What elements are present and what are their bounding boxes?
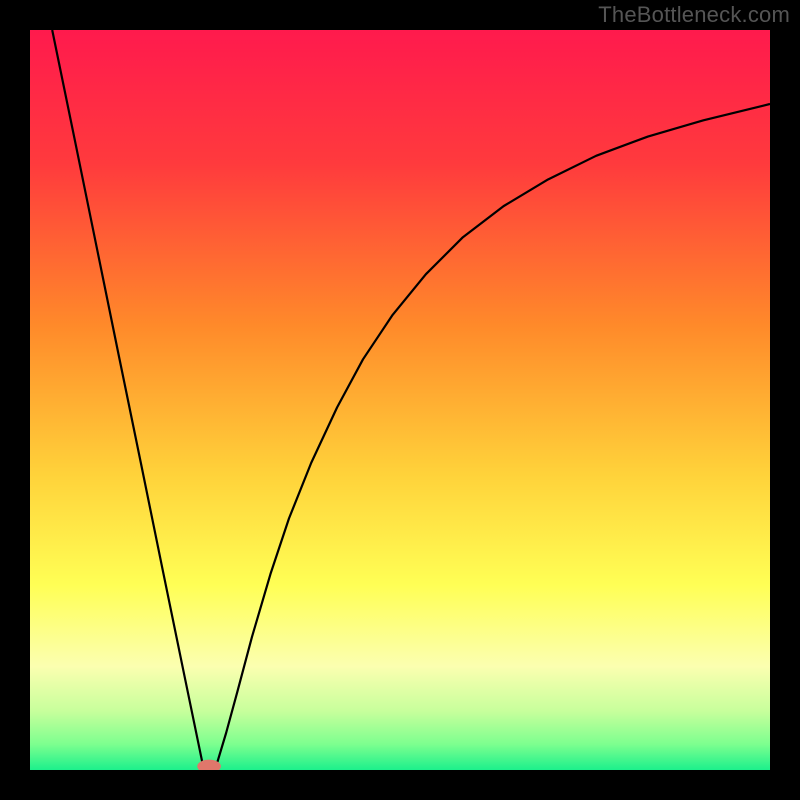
plot-area xyxy=(30,30,770,770)
gradient-background xyxy=(30,30,770,770)
chart-frame: TheBottleneck.com xyxy=(0,0,800,800)
plot-svg xyxy=(30,30,770,770)
watermark-text: TheBottleneck.com xyxy=(598,2,790,28)
